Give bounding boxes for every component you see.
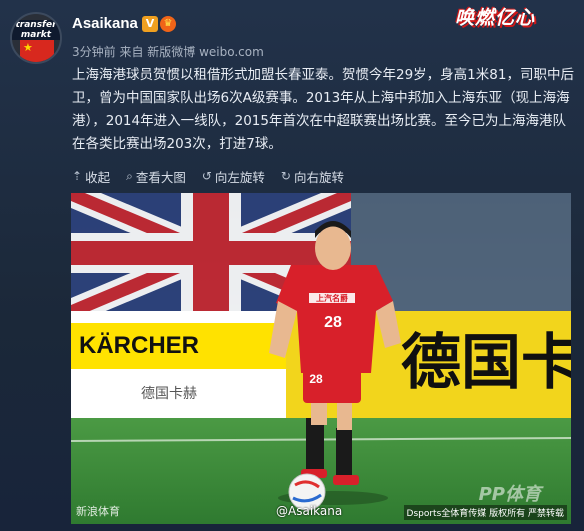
avatar[interactable]: transfer markt ★ xyxy=(10,12,62,64)
rotate-right-icon: ↻ xyxy=(280,169,291,183)
billboard-chinese: 德国卡 xyxy=(401,328,571,398)
member-crown-icon: ♛ xyxy=(160,16,176,32)
jersey-sponsor: 上汽名爵 xyxy=(316,293,348,303)
rotate-left-button[interactable]: ↺ 向左旋转 xyxy=(202,167,265,185)
verified-badge-icon: V xyxy=(142,16,158,32)
post-photo[interactable]: 上汽名爵 28 28 KÄRCHER 德国卡赫 德国卡 新浪体育 @Asaika… xyxy=(71,193,571,524)
photo-user-watermark: @Asaikana xyxy=(276,504,343,518)
star-icon: ★ xyxy=(23,41,33,54)
collapse-button[interactable]: ⇡ 收起 xyxy=(72,167,110,185)
collapse-label: 收起 xyxy=(85,169,111,185)
brand-logo: 唤燃亿心 xyxy=(455,7,536,29)
rotate-right-label: 向右旋转 xyxy=(293,169,344,185)
billboard-sub: 德国卡赫 xyxy=(141,386,197,402)
rotate-left-label: 向左旋转 xyxy=(214,169,265,185)
rotate-left-icon: ↺ xyxy=(201,169,212,183)
view-large-button[interactable]: ⌕ 查看大图 xyxy=(126,167,186,185)
billboard-karcher: KÄRCHER xyxy=(79,332,199,359)
sina-sports-watermark: 新浪体育 xyxy=(76,505,120,518)
collapse-up-icon: ⇡ xyxy=(72,169,83,183)
avatar-logo-text: transfer markt xyxy=(12,20,60,40)
post-text: 上海海港球员贺惯以租借形式加盟长春亚泰。贺惯今年29岁，身高1米81，司职中后卫… xyxy=(72,67,574,152)
username-link[interactable]: Asaikana xyxy=(72,15,138,32)
rotate-right-button[interactable]: ↻ 向右旋转 xyxy=(281,167,344,185)
magnifier-icon: ⌕ xyxy=(126,168,133,183)
player-head xyxy=(315,226,351,270)
china-flag-icon: ★ xyxy=(20,40,54,62)
pp-sports-watermark: PP体育 xyxy=(478,484,541,505)
image-action-bar: ⇡ 收起 ⌕ 查看大图 ↺ 向左旋转 ↻ 向右旋转 xyxy=(72,167,360,185)
photo-scene: 上汽名爵 28 28 KÄRCHER 德国卡赫 德国卡 xyxy=(71,193,571,524)
weibo-post-panel: transfer markt ★ Asaikana V ♛ 3分钟前 来自 新版微… xyxy=(0,0,584,531)
jersey-number-chest: 28 xyxy=(324,314,342,331)
player-sock-left xyxy=(306,418,324,473)
jersey-number-shorts: 28 xyxy=(309,372,323,386)
photo-credit: Dsports全体育传媒 版权所有 严禁转载 xyxy=(403,505,567,520)
view-large-label: 查看大图 xyxy=(135,169,186,185)
post-meta: 3分钟前 来自 新版微博 weibo.com xyxy=(72,45,264,59)
player-boot-right xyxy=(333,475,359,485)
player-sock-right xyxy=(336,428,352,478)
